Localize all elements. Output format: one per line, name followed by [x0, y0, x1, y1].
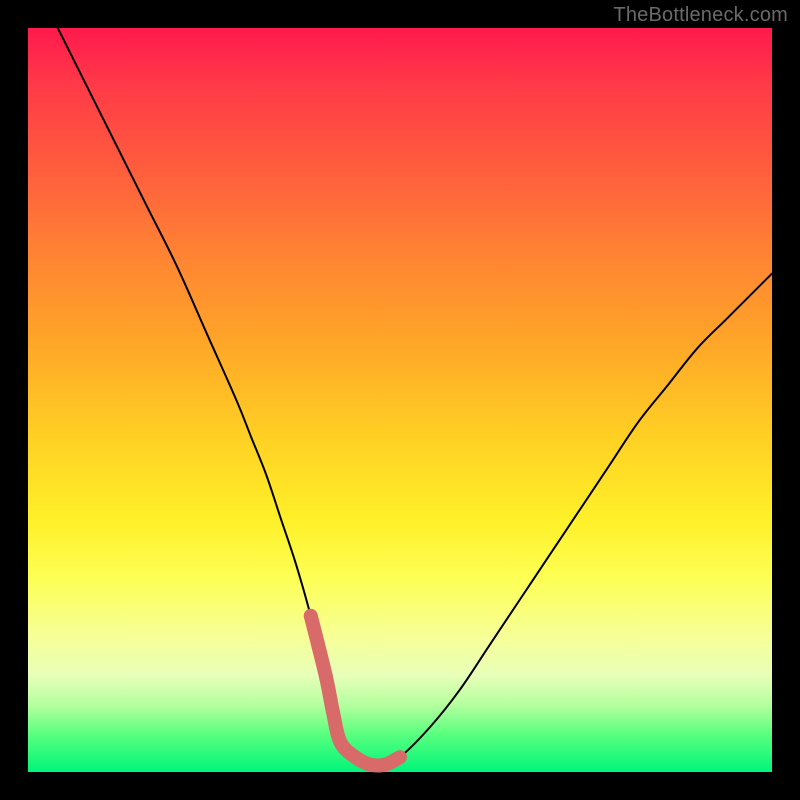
optimal-band-line: [311, 616, 400, 766]
bottleneck-plot: [28, 28, 772, 772]
chart-canvas: [28, 28, 772, 772]
watermark-text: TheBottleneck.com: [613, 4, 788, 27]
bottleneck-curve-line: [58, 28, 772, 766]
